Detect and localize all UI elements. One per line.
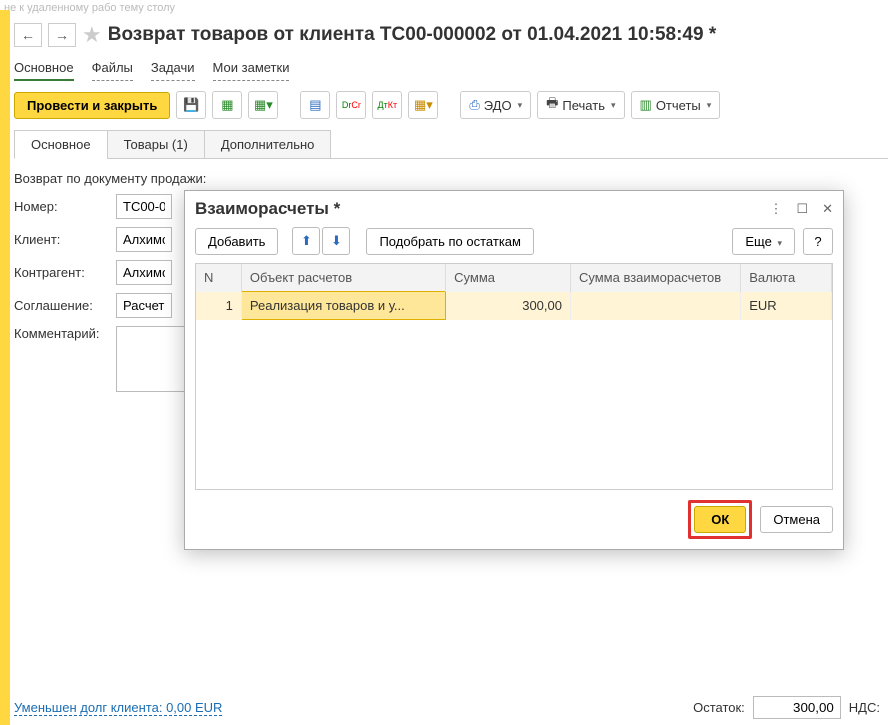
cell-sum[interactable]: 300,00 (446, 292, 571, 320)
col-currency[interactable]: Валюта (741, 264, 832, 292)
dr-cr-icon[interactable]: DrCr (336, 91, 366, 119)
ok-highlight-box: ОК (688, 500, 752, 539)
dialog-maximize-icon[interactable]: ☐ (796, 201, 808, 217)
nav-back-button[interactable]: ← (14, 23, 42, 47)
link-tasks[interactable]: Задачи (151, 60, 195, 81)
window-caption-faded: не к удаленному рабо тему столу (0, 0, 888, 16)
document-tabs: Основное Товары (1) Дополнительно (14, 129, 888, 159)
reports-dropdown[interactable]: ▥ Отчеты▾ (631, 91, 721, 119)
save-icon[interactable]: 💾 (176, 91, 206, 119)
cell-object[interactable]: Реализация товаров и у... (241, 292, 445, 320)
col-n[interactable]: N (196, 264, 241, 292)
contractor-label: Контрагент: (14, 265, 116, 280)
cell-n: 1 (196, 292, 241, 320)
tab-main[interactable]: Основное (14, 130, 108, 159)
agreement-label: Соглашение: (14, 298, 116, 313)
comment-label: Комментарий: (14, 326, 116, 341)
number-input[interactable] (116, 194, 172, 219)
cell-currency[interactable]: EUR (741, 292, 832, 320)
main-toolbar: Провести и закрыть 💾 ▦ ▦▾ ▤ DrCr ДтКт ▦▾… (14, 91, 888, 129)
toolbar-icon-4[interactable]: ▦▾ (408, 91, 438, 119)
settlements-dialog: Взаиморасчеты * ⋮ ☐ ✕ Добавить ⬆ ⬇ Подоб… (184, 190, 844, 550)
ok-button[interactable]: ОК (694, 506, 746, 533)
tab-extra[interactable]: Дополнительно (204, 130, 332, 159)
col-sum[interactable]: Сумма (446, 264, 571, 292)
post-and-close-button[interactable]: Провести и закрыть (14, 92, 170, 119)
client-input[interactable] (116, 227, 172, 252)
print-dropdown[interactable]: 🖶 Печать▾ (537, 91, 624, 119)
favorite-star-icon[interactable]: ★ (82, 22, 102, 48)
tab-goods[interactable]: Товары (1) (107, 130, 205, 159)
page-title: Возврат товаров от клиента TC00-000002 о… (108, 24, 716, 46)
settlements-table: N Объект расчетов Сумма Сумма взаиморасч… (195, 263, 833, 490)
nds-label: НДС: (849, 700, 880, 715)
yellow-side-strip (0, 10, 10, 725)
client-label: Клиент: (14, 232, 116, 247)
dialog-more-button[interactable]: Еще ▾ (732, 228, 795, 255)
ostatok-label: Остаток: (693, 700, 745, 715)
nav-forward-button[interactable]: → (48, 23, 76, 47)
toolbar-icon-1[interactable]: ▤ (300, 91, 330, 119)
ostatok-value[interactable] (753, 696, 841, 719)
dialog-help-button[interactable]: ? (803, 228, 833, 255)
link-osnov[interactable]: Основное (14, 60, 74, 81)
move-up-icon[interactable]: ⬆ (292, 227, 320, 255)
section-links: Основное Файлы Задачи Мои заметки (14, 56, 888, 91)
pick-by-balance-button[interactable]: Подобрать по остаткам (366, 228, 534, 255)
col-settlement-sum[interactable]: Сумма взаиморасчетов (570, 264, 740, 292)
dialog-more-icon[interactable]: ⋮ (769, 201, 782, 217)
cell-settlement-sum[interactable] (570, 292, 740, 320)
number-label: Номер: (14, 199, 116, 214)
table-row[interactable]: 1 Реализация товаров и у... 300,00 EUR (196, 292, 832, 320)
contractor-input[interactable] (116, 260, 172, 285)
return-by-doc-label: Возврат по документу продажи: (14, 171, 888, 186)
dialog-add-button[interactable]: Добавить (195, 228, 278, 255)
dt-kt-icon[interactable]: ДтКт (372, 91, 402, 119)
edo-dropdown[interactable]: ⎙ ЭДО▾ (460, 91, 531, 119)
link-notes[interactable]: Мои заметки (213, 60, 290, 81)
move-down-icon[interactable]: ⬇ (322, 227, 350, 255)
link-files[interactable]: Файлы (92, 60, 133, 81)
client-debt-link[interactable]: Уменьшен долг клиента: 0,00 EUR (14, 700, 222, 716)
post-icon[interactable]: ▦ (212, 91, 242, 119)
dialog-title: Взаиморасчеты * (195, 199, 340, 219)
dialog-close-icon[interactable]: ✕ (822, 201, 833, 217)
col-object[interactable]: Объект расчетов (241, 264, 445, 292)
cancel-button[interactable]: Отмена (760, 506, 833, 533)
agreement-input[interactable] (116, 293, 172, 318)
create-based-icon[interactable]: ▦▾ (248, 91, 278, 119)
